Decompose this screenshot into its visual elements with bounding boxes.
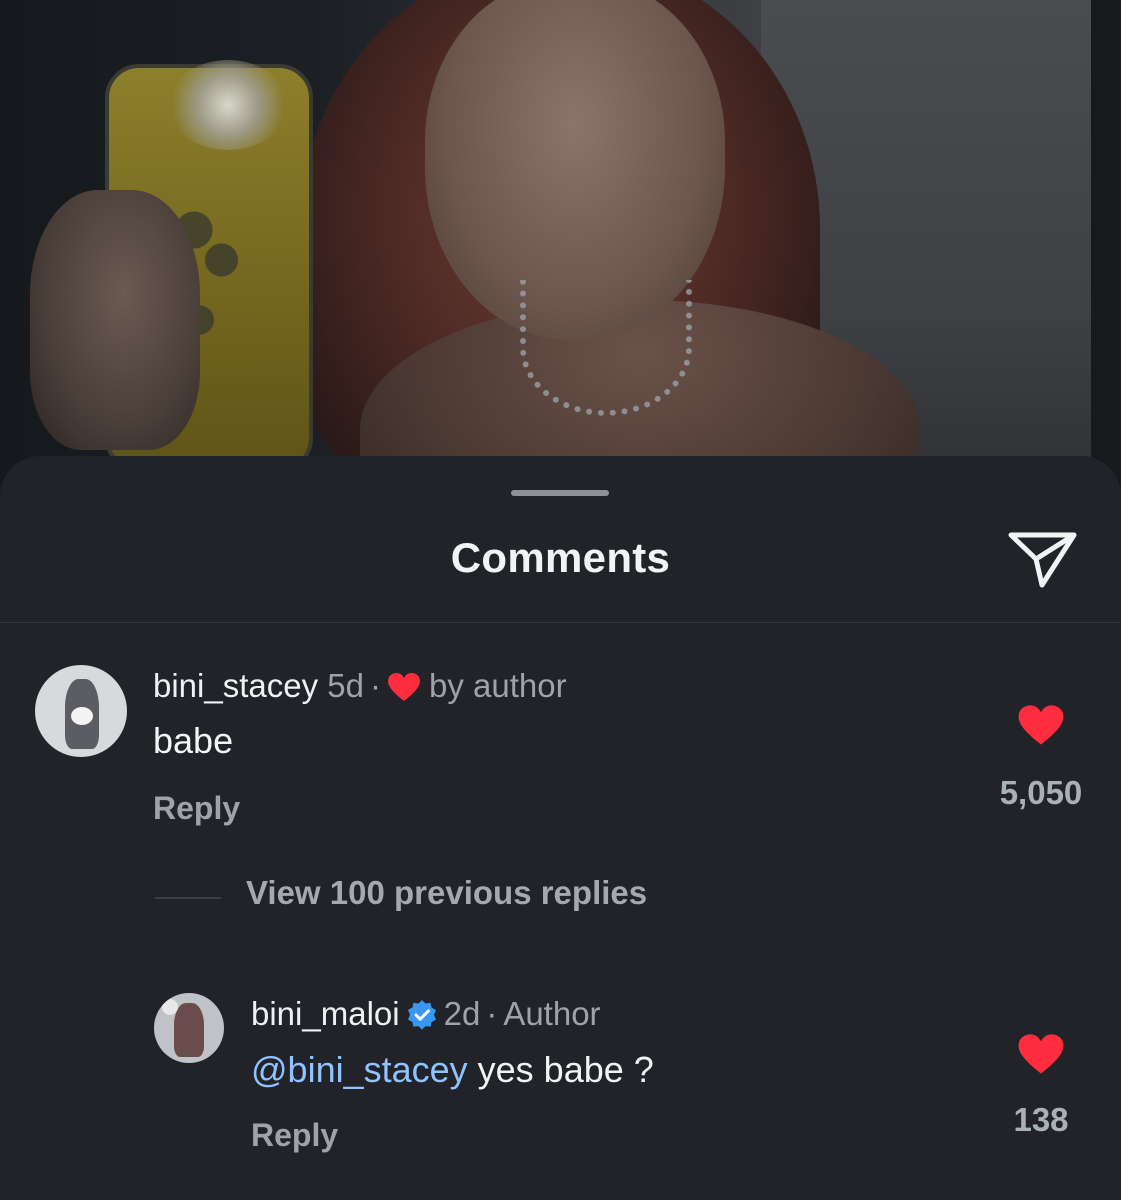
sheet-drag-handle[interactable] xyxy=(511,490,609,496)
view-previous-replies-button[interactable]: View 100 previous replies xyxy=(246,874,647,912)
avatar[interactable] xyxy=(35,665,127,757)
mention-link[interactable]: @bini_stacey xyxy=(251,1049,468,1090)
paper-plane-icon xyxy=(1008,532,1077,588)
avatar-figure xyxy=(174,1003,204,1057)
reply-button[interactable]: Reply xyxy=(153,790,240,827)
avatar[interactable] xyxy=(154,993,224,1063)
photo-pillar xyxy=(1091,0,1121,520)
comment-username[interactable]: bini_stacey xyxy=(153,667,318,704)
reply-age: 2d xyxy=(443,995,481,1032)
like-button[interactable] xyxy=(1017,704,1065,746)
replies-thread-line xyxy=(155,897,221,899)
heart-icon xyxy=(388,673,420,701)
reply-username[interactable]: bini_maloi xyxy=(251,995,400,1032)
reply-separator: · xyxy=(486,995,498,1032)
author-label: Author xyxy=(503,995,601,1032)
sheet-title: Comments xyxy=(450,534,671,581)
comment-separator: · xyxy=(370,667,381,704)
verified-badge-icon xyxy=(407,1000,436,1030)
like-count: 138 xyxy=(1013,1101,1069,1138)
photo-flash xyxy=(168,60,288,150)
reply-header: bini_maloi 2d · Author xyxy=(251,995,601,1033)
reply-button[interactable]: Reply xyxy=(251,1117,338,1154)
photo-necklace xyxy=(520,280,692,416)
like-button[interactable] xyxy=(1017,1033,1065,1075)
like-count: 5,050 xyxy=(999,774,1083,811)
heart-icon xyxy=(1018,705,1064,745)
share-button[interactable] xyxy=(1006,528,1080,592)
heart-icon xyxy=(1018,1034,1064,1074)
comment-header: bini_stacey 5d · by author xyxy=(153,667,567,705)
comment-age: 5d xyxy=(327,667,364,704)
comment-text: babe xyxy=(153,720,234,761)
photo-hand xyxy=(30,190,200,450)
reply-body: yes babe ? xyxy=(467,1049,654,1090)
sheet-divider xyxy=(0,622,1121,623)
avatar-highlight xyxy=(162,999,178,1015)
comments-sheet: Comments bini_stacey 5d · by author babe R… xyxy=(0,456,1121,1200)
reply-text: @bini_stacey yes babe ? xyxy=(251,1049,654,1091)
post-photo-background xyxy=(0,0,1121,520)
avatar-highlight xyxy=(71,707,93,725)
liked-by-author-label: by author xyxy=(429,667,567,704)
